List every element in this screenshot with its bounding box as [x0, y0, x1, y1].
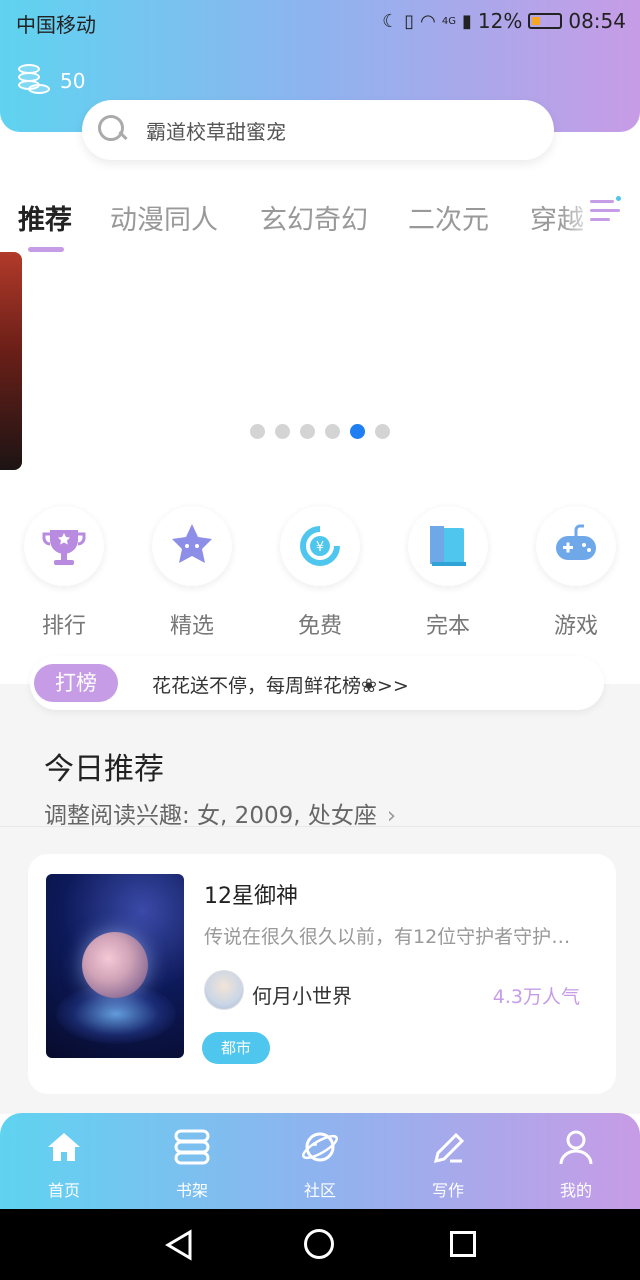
clock: 08:54 [568, 9, 626, 33]
book-title: 12星御神 [204, 884, 298, 909]
moon-icon: ☾ [382, 10, 399, 32]
notice-bar[interactable]: 打榜 花花送不停，每周鲜花榜❀>> [30, 656, 604, 710]
nav-write[interactable]: 写作 [408, 1127, 488, 1201]
tab-fantasy[interactable]: 玄幻奇幻 [260, 198, 368, 237]
tab-recommend[interactable]: 推荐 [18, 198, 72, 237]
pen-icon [428, 1127, 468, 1167]
pagination-dot[interactable] [250, 424, 265, 439]
nav-bookshelf[interactable]: 书架 [152, 1127, 232, 1201]
nav-label: 书架 [175, 1181, 208, 1200]
yuan-refresh-icon: ¥ [280, 506, 360, 586]
quick-link-label: 游戏 [553, 614, 598, 639]
search-icon [96, 113, 130, 147]
active-tab-indicator [28, 247, 64, 252]
genre-tag[interactable]: 都市 [202, 1032, 270, 1064]
notice-badge: 打榜 [34, 664, 118, 702]
bottom-navigation: 首页 书架 社区 写作 我的 [0, 1113, 640, 1209]
system-navigation-bar [0, 1209, 640, 1280]
banner-image[interactable] [0, 252, 22, 470]
pagination-dot[interactable] [300, 424, 315, 439]
quick-link-label: 排行 [41, 614, 86, 639]
quick-link-label: 精选 [169, 614, 214, 639]
carrier-name: 中国移动 [16, 13, 96, 37]
coin-count: 50 [60, 69, 86, 93]
network-type: 4G [441, 15, 456, 27]
tab-acg[interactable]: 二次元 [408, 198, 489, 237]
star-icon [152, 506, 232, 586]
vibrate-icon: ▯ [404, 10, 415, 32]
pagination-dot-active[interactable] [350, 424, 365, 439]
divider [0, 826, 640, 827]
tab-anime-fanfic[interactable]: 动漫同人 [110, 198, 218, 237]
pagination-dot[interactable] [275, 424, 290, 439]
status-icons: ☾ ▯ ◠ 4G ▮ 12% 08:54 [382, 9, 626, 33]
back-icon[interactable] [164, 1229, 194, 1265]
quick-link-ranking[interactable]: 排行 [24, 506, 104, 640]
nav-label: 我的 [559, 1181, 592, 1200]
pagination-dot[interactable] [325, 424, 340, 439]
nav-community[interactable]: 社区 [280, 1127, 360, 1201]
coins-icon [18, 64, 52, 98]
nav-label: 写作 [431, 1181, 464, 1200]
user-icon [556, 1127, 596, 1167]
section-title: 今日推荐 [44, 752, 164, 787]
book-card[interactable]: 12星御神 传说在很久很久以前，有12位守护者守护着... 何月小世界 4.3万… [28, 854, 616, 1094]
battery-percent: 12% [477, 9, 523, 33]
search-placeholder: 霸道校草甜蜜宠 [146, 119, 286, 144]
author-avatar[interactable] [204, 970, 244, 1010]
category-tabs: 推荐 动漫同人 玄幻奇幻 二次元 穿越 [0, 190, 640, 252]
nav-home[interactable]: 首页 [24, 1127, 104, 1201]
cover-planet [82, 932, 148, 998]
author-name[interactable]: 何月小世界 [252, 980, 352, 1009]
reading-interest-link[interactable]: 调整阅读兴趣: 女, 2009, 处女座 › [44, 796, 396, 830]
category-menu-icon[interactable] [588, 196, 624, 226]
bookshelf-icon [172, 1127, 212, 1167]
quick-link-games[interactable]: 游戏 [536, 506, 616, 640]
gamepad-icon [536, 506, 616, 586]
notice-text: 花花送不停，每周鲜花榜❀>> [152, 675, 409, 697]
quick-link-featured[interactable]: 精选 [152, 506, 232, 640]
nav-label: 首页 [47, 1181, 80, 1200]
nav-profile[interactable]: 我的 [536, 1127, 616, 1201]
trophy-icon [24, 506, 104, 586]
book-cover[interactable] [46, 874, 184, 1058]
banner-pagination [250, 424, 390, 439]
signal-icon: ▮ [462, 10, 472, 32]
quick-link-completed[interactable]: 完本 [408, 506, 488, 640]
search-bar[interactable]: 霸道校草甜蜜宠 [82, 100, 554, 160]
book-description: 传说在很久很久以前，有12位守护者守护着... [204, 926, 588, 948]
home-icon [44, 1127, 84, 1167]
home-circle-icon[interactable] [304, 1229, 334, 1259]
wifi-icon: ◠ [420, 10, 436, 32]
book-icon [408, 506, 488, 586]
quick-link-free[interactable]: ¥ 免费 [280, 506, 360, 640]
nav-label: 社区 [303, 1181, 336, 1200]
coin-balance[interactable]: 50 [18, 64, 85, 98]
quick-link-label: 免费 [297, 614, 342, 639]
svg-text:¥: ¥ [316, 540, 324, 555]
recent-apps-icon[interactable] [450, 1231, 476, 1257]
pagination-dot[interactable] [375, 424, 390, 439]
battery-icon [528, 13, 563, 29]
planet-icon [300, 1127, 340, 1167]
quick-link-label: 完本 [425, 614, 470, 639]
status-bar: 中国移动 ☾ ▯ ◠ 4G ▮ 12% 08:54 [0, 0, 640, 44]
popularity-count: 4.3万人气 [492, 986, 580, 1008]
